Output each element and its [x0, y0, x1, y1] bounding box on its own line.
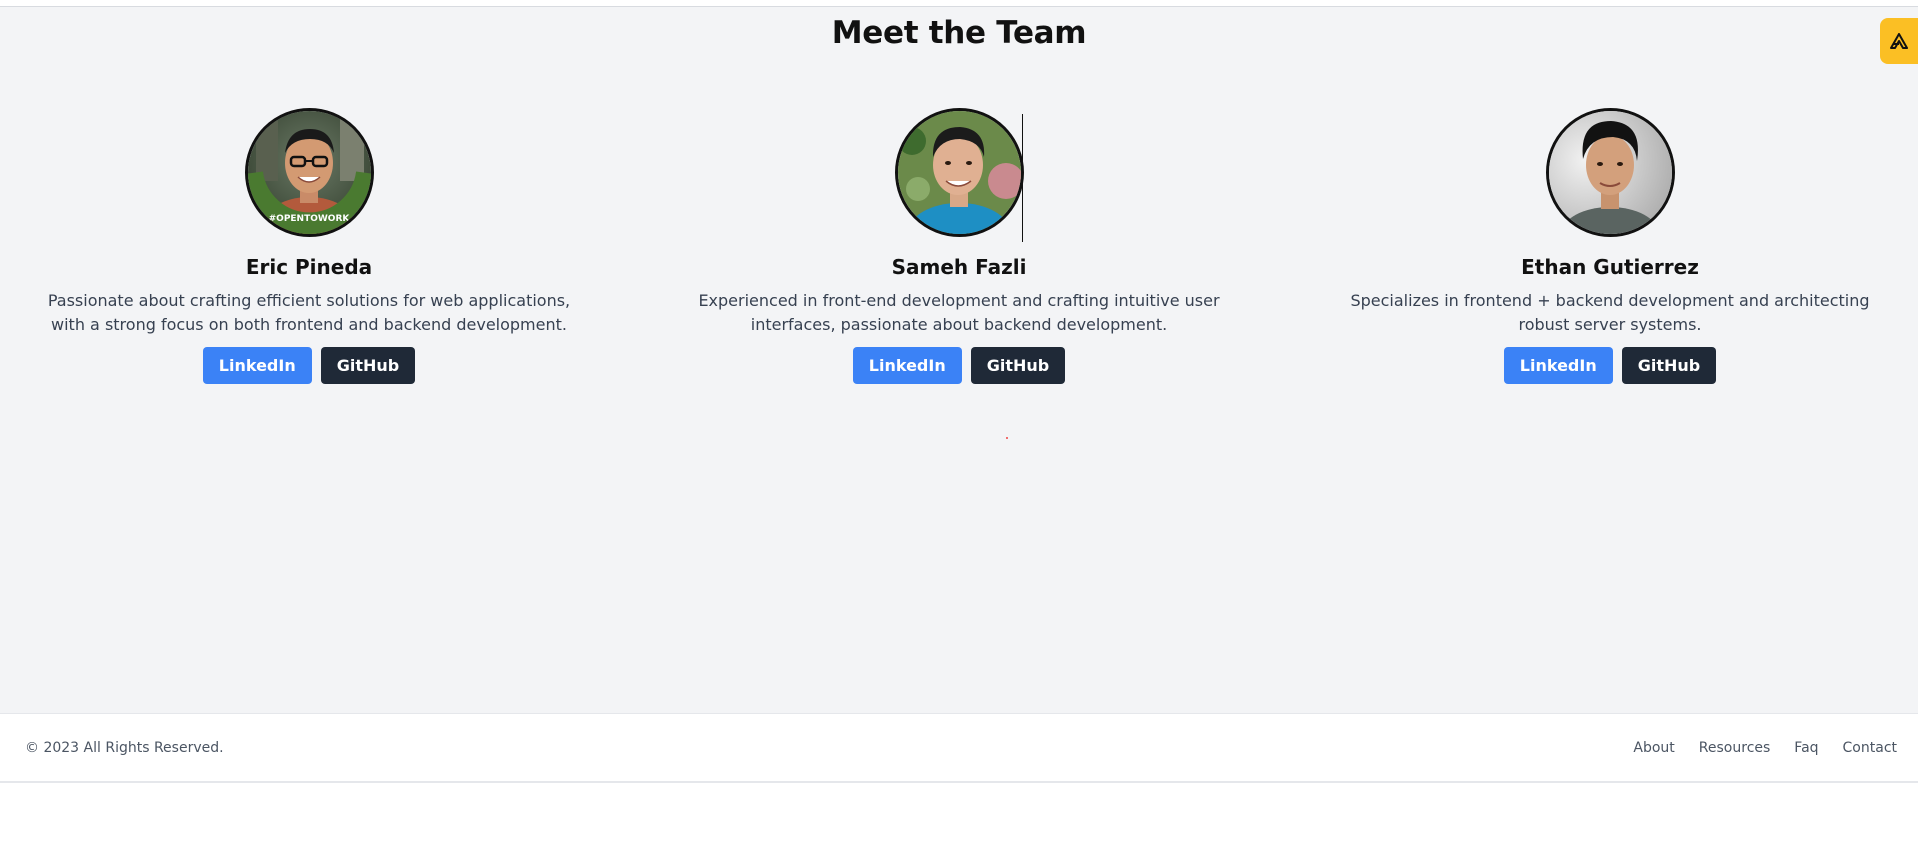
social-links: LinkedIn GitHub: [679, 347, 1239, 384]
footer: © 2023 All Rights Reserved. About Resour…: [0, 713, 1918, 783]
member-description: Experienced in front-end development and…: [698, 291, 1220, 334]
brand-logo-icon: [1890, 33, 1908, 49]
page: Meet the Team #OPENTOWORK Eric Pineda Pa…: [0, 0, 1918, 845]
floating-helper-button[interactable]: [1880, 18, 1918, 64]
member-name: Sameh Fazli: [891, 255, 1027, 279]
footer-link-about[interactable]: About: [1633, 740, 1674, 756]
avatar-photo: [1548, 111, 1672, 234]
linkedin-button[interactable]: LinkedIn: [202, 347, 312, 384]
avatar-badge-text: #OPENTOWORK: [268, 214, 350, 224]
linkedin-button[interactable]: LinkedIn: [852, 347, 962, 384]
avatar: #OPENTOWORK: [244, 108, 374, 237]
github-button[interactable]: GitHub: [1621, 347, 1717, 384]
stray-dot: [1006, 437, 1008, 439]
team-section: Meet the Team #OPENTOWORK Eric Pineda Pa…: [0, 7, 1918, 713]
copyright-text: © 2023 All Rights Reserved.: [25, 740, 224, 756]
footer-link-faq[interactable]: Faq: [1794, 740, 1818, 756]
page-title: Meet the Team: [831, 15, 1087, 51]
social-links: LinkedIn GitHub: [1330, 347, 1890, 384]
member-name: Ethan Gutierrez: [1521, 255, 1699, 279]
text-cursor: [1022, 114, 1023, 242]
github-button[interactable]: GitHub: [970, 347, 1066, 384]
linkedin-button[interactable]: LinkedIn: [1503, 347, 1613, 384]
avatar-photo: #OPENTOWORK: [247, 111, 371, 234]
social-links: LinkedIn GitHub: [29, 347, 589, 384]
avatar: [1545, 108, 1675, 237]
footer-link-contact[interactable]: Contact: [1843, 740, 1897, 756]
avatar: [894, 108, 1024, 237]
avatar-photo: [897, 111, 1021, 234]
footer-link-resources[interactable]: Resources: [1699, 740, 1771, 756]
member-description: Specializes in frontend + backend develo…: [1350, 291, 1870, 334]
member-description: Passionate about crafting efficient solu…: [47, 291, 571, 334]
footer-nav: About Resources Faq Contact: [1633, 740, 1897, 756]
team-card-sameh: Sameh Fazli Experienced in front-end dev…: [679, 108, 1239, 384]
team-card-eric: #OPENTOWORK Eric Pineda Passionate about…: [29, 108, 589, 384]
member-name: Eric Pineda: [245, 255, 373, 279]
team-card-ethan: Ethan Gutierrez Specializes in frontend …: [1330, 108, 1890, 384]
github-button[interactable]: GitHub: [320, 347, 416, 384]
